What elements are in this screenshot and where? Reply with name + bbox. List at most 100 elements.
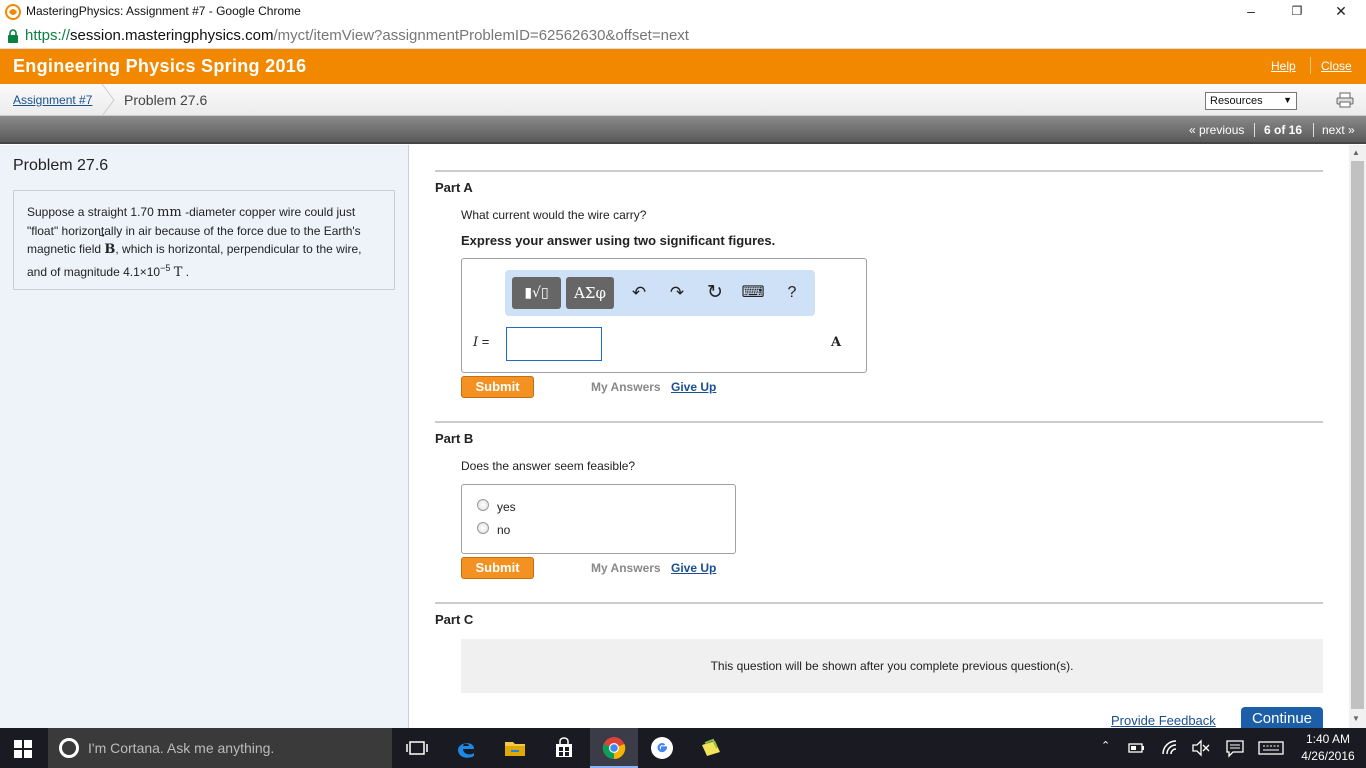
next-link[interactable]: next » [1322,123,1355,137]
field-symbol: B [104,242,116,257]
address-bar[interactable]: https://session.masteringphysics.com/myc… [0,24,1366,49]
nav-separator [1313,123,1314,137]
url-path: /myct/itemView?assignmentProblemID=62562… [273,27,689,44]
part-b-question: Does the answer seem feasible? [461,459,636,473]
part-a-question: What current would the wire carry? [461,208,647,222]
clock-time: 1:40 AM [1305,732,1351,746]
action-center-icon[interactable] [1225,738,1245,758]
breadcrumb-chevron-icon [101,84,115,116]
lock-icon [8,29,18,43]
breadcrumb: Assignment #7 Problem 27.6 Resources ▼ [0,84,1366,116]
problem-text-part: Suppose a straight 1.70 [27,205,158,219]
system-clock[interactable]: 1:40 AM 4/26/2016 [1300,731,1356,765]
show-hidden-icons-icon[interactable]: ⌃ [1101,739,1110,752]
option-yes-label[interactable]: yes [497,500,516,514]
close-window-button[interactable]: ✕ [1318,0,1364,24]
url-host: session.masteringphysics.com [70,27,274,44]
google-icon[interactable] [650,736,674,760]
part-c-heading: Part C [435,612,474,627]
resources-select[interactable]: Resources ▼ [1205,92,1297,110]
store-icon[interactable] [552,736,576,760]
problem-text: Suppose a straight 1.70 mm -diameter cop… [13,190,395,290]
previous-link[interactable]: « previous [1189,123,1244,137]
exponent: −5 [160,263,171,273]
part-c-locked-message: This question will be shown after you co… [461,639,1323,693]
part-a-submit-button[interactable]: Submit [461,376,534,398]
minimize-button[interactable]: – [1228,0,1274,24]
keyboard-icon[interactable]: ⌨ [739,278,767,308]
redo-icon[interactable]: ↷ [663,278,691,308]
part-b-submit-button[interactable]: Submit [461,557,534,579]
windows-taskbar: I'm Cortana. Ask me anything. ⌃ 1:40 AM … [0,728,1366,768]
help-link[interactable]: Help [1271,59,1296,73]
chrome-taskbar-button[interactable] [590,728,638,768]
part-b-give-up-link[interactable]: Give Up [671,561,716,575]
breadcrumb-problem: Problem 27.6 [124,92,208,108]
provide-feedback-link[interactable]: Provide Feedback [1111,713,1216,728]
resources-label: Resources [1210,95,1263,107]
header-separator [1310,57,1311,74]
undo-icon[interactable]: ↶ [625,278,653,308]
nav-separator [1254,123,1255,137]
dropdown-arrow-icon: ▼ [1283,95,1292,105]
answer-variable-label: I = [473,334,489,350]
reset-icon[interactable]: ↻ [701,278,729,308]
url-scheme: https:// [25,27,71,44]
scroll-down-icon[interactable]: ▼ [1352,714,1360,723]
part-a-instruction: Express your answer using two significan… [461,233,776,248]
battery-icon[interactable] [1126,738,1146,758]
part-b-my-answers-link[interactable]: My Answers [591,561,661,575]
problem-text-part: . [182,265,190,279]
close-link[interactable]: Close [1321,59,1352,73]
continue-button[interactable]: Continue [1241,707,1323,729]
window-title: MasteringPhysics: Assignment #7 - Google… [26,4,301,18]
part-b-options-box [461,484,736,554]
url-text[interactable]: https://session.masteringphysics.com/myc… [25,27,689,44]
task-view-icon[interactable] [405,736,429,760]
part-b-heading: Part B [435,431,474,446]
templates-button[interactable]: ▮√▯ [512,277,561,309]
help-icon[interactable]: ? [778,278,806,308]
problem-statement-panel: Problem 27.6 Suppose a straight 1.70 mm … [0,145,409,728]
scroll-up-icon[interactable]: ▲ [1352,148,1360,157]
volume-muted-icon[interactable] [1191,738,1211,758]
cortana-search-box[interactable]: I'm Cortana. Ask me anything. [48,728,392,768]
cortana-placeholder: I'm Cortana. Ask me anything. [88,740,275,756]
unit-mm: mm [157,205,182,220]
divider [435,602,1323,604]
print-icon[interactable] [1336,92,1354,108]
scroll-thumb[interactable] [1351,161,1364,709]
divider [435,421,1323,423]
equals-sign: = [478,334,490,349]
part-a-heading: Part A [435,180,473,195]
window-titlebar: MasteringPhysics: Assignment #7 - Google… [0,0,1366,24]
chrome-icon [602,737,626,760]
restore-button[interactable]: ❐ [1274,0,1320,24]
cortana-icon [59,738,79,758]
part-a-my-answers-link[interactable]: My Answers [591,380,661,394]
course-title: Engineering Physics Spring 2016 [13,56,307,76]
symbols-button[interactable]: ΑΣφ [566,277,614,309]
mastering-favicon-icon [5,4,21,20]
problem-navigation: « previous 6 of 16 next » [0,116,1366,144]
field-vector-b: ⃗B [104,242,115,257]
page-scrollbar[interactable]: ▲ ▼ [1349,145,1366,728]
file-explorer-icon[interactable] [503,736,527,760]
wifi-icon[interactable] [1160,738,1180,758]
sticky-notes-icon[interactable] [699,736,723,760]
radio-yes[interactable] [477,499,489,511]
course-header: Engineering Physics Spring 2016 Help Clo… [0,49,1366,84]
breadcrumb-assignment-link[interactable]: Assignment #7 [13,93,92,107]
edge-browser-icon[interactable] [454,736,478,760]
option-no-label[interactable]: no [497,523,510,537]
touch-keyboard-icon[interactable] [1258,738,1284,758]
part-a-give-up-link[interactable]: Give Up [671,380,716,394]
radio-no[interactable] [477,522,489,534]
windows-start-icon[interactable] [14,740,32,758]
problem-position: 6 of 16 [1264,123,1303,137]
divider [435,170,1323,172]
part-a-answer-input[interactable] [506,327,602,361]
math-toolbar: ▮√▯ ΑΣφ ↶ ↷ ↻ ⌨ ? [505,270,815,316]
clock-date: 4/26/2016 [1301,749,1355,763]
answer-unit: A [831,335,842,350]
